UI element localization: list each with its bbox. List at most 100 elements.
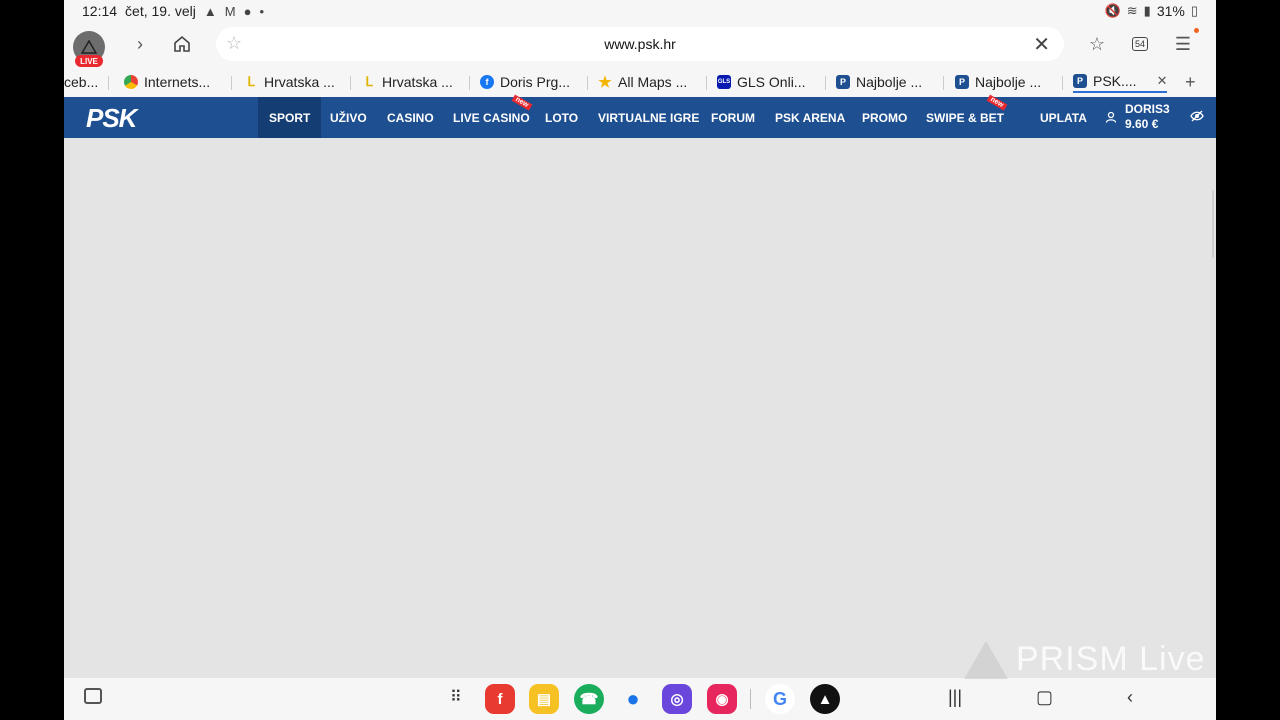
balance: 9.60 € — [1125, 117, 1159, 131]
star-favicon-icon: ★ — [598, 74, 612, 91]
tab-divider — [231, 76, 232, 90]
nav-loto[interactable]: LOTO — [545, 97, 578, 138]
tab-label: All Maps ... — [618, 74, 688, 90]
tab-label: ceb... — [64, 74, 99, 90]
tab-divider — [469, 76, 470, 90]
status-bar: 12:14 čet, 19. velj ▲ M ● • 🔇 ≋ ▮ 31% ▯ — [64, 0, 1216, 22]
battery-percent: 31% — [1156, 3, 1185, 19]
hide-balance-button[interactable] — [1190, 109, 1204, 125]
forward-button[interactable]: › — [128, 32, 152, 56]
user-account[interactable]: DORIS3 9.60 € — [1105, 102, 1170, 132]
chrome-icon — [124, 75, 138, 89]
home-nav-icon[interactable]: ▢ — [1036, 687, 1053, 708]
battery-icon: ▯ — [1190, 3, 1198, 18]
tab[interactable]: GLS GLS Onli... — [717, 71, 805, 93]
tab-label: PSK.... — [1093, 73, 1137, 89]
chevron-right-icon: › — [137, 33, 143, 54]
notification-dot — [1194, 28, 1199, 33]
recents-nav-icon[interactable]: ||| — [948, 687, 962, 708]
prism-live-watermark: PRISM Live — [964, 640, 1206, 679]
files-icon[interactable]: ▤ — [529, 684, 559, 714]
psk-favicon-icon: P — [1073, 74, 1087, 88]
url-text[interactable]: www.psk.hr — [216, 36, 1064, 52]
plus-icon: + — [1185, 71, 1196, 92]
tab-label: Najbolje ... — [975, 74, 1042, 90]
tab-label: Internets... — [144, 74, 211, 90]
nav-virtualne-igre[interactable]: VIRTUALNE IGRE — [598, 97, 699, 138]
signal-icon: ▮ — [1143, 3, 1151, 18]
new-tab-button[interactable]: + — [1185, 71, 1196, 93]
scrollbar[interactable] — [1212, 190, 1214, 258]
google-icon[interactable]: G — [765, 684, 795, 714]
camera-icon[interactable]: ◉ — [707, 684, 737, 714]
taskbar: ⠿ f ▤ ☎ ● ◎ ◉ G ▲ ||| ▢ ‹ — [64, 678, 1216, 720]
nav-psk-arena[interactable]: PSK ARENA — [775, 97, 845, 138]
tab[interactable]: f Doris Prg... — [480, 71, 570, 93]
mute-icon: 🔇 — [1104, 3, 1121, 18]
menu-button[interactable]: ☰ — [1171, 32, 1195, 56]
bookmarks-button[interactable]: ☆ — [1085, 32, 1109, 56]
psk-favicon-icon: P — [836, 75, 850, 89]
site-nav: PSK SPORT UŽIVO CASINO LIVE CASINO new L… — [64, 94, 1216, 138]
tab-divider — [943, 76, 944, 90]
dock-divider — [750, 689, 751, 709]
page-content — [64, 138, 1216, 678]
browser-app-icon[interactable]: ◎ — [662, 684, 692, 714]
status-time: 12:14 — [82, 3, 118, 19]
nav-uzivo[interactable]: UŽIVO — [330, 97, 367, 138]
phone-icon[interactable]: ☎ — [574, 684, 604, 714]
address-bar[interactable]: ☆ www.psk.hr ✕ — [216, 27, 1064, 61]
device-screen: 12:14 čet, 19. velj ▲ M ● • 🔇 ≋ ▮ 31% ▯ … — [64, 0, 1216, 720]
tab-label: Doris Prg... — [500, 74, 571, 90]
tab-divider — [825, 76, 826, 90]
home-icon — [174, 35, 190, 52]
nav-uplata[interactable]: UPLATA — [1040, 97, 1087, 138]
tab[interactable]: P Najbolje ... — [955, 71, 1041, 93]
recent-screen-button[interactable] — [84, 688, 102, 704]
tab-label: Hrvatska ... — [264, 74, 335, 90]
wifi-icon: ≋ — [1126, 3, 1138, 18]
prism-triangle-icon — [81, 40, 97, 54]
tab-strip: ceb... Internets... ᒪ Hrvatska ... ᒪ Hrv… — [64, 68, 1216, 96]
tab-label: GLS Onli... — [737, 74, 806, 90]
eye-off-icon — [1190, 110, 1204, 122]
tab-count: 54 — [1131, 37, 1148, 51]
keyhole-notification-icon: ● — [243, 3, 252, 19]
home-button[interactable] — [170, 32, 194, 56]
apps-grid-icon[interactable]: ⠿ — [450, 687, 463, 707]
tab[interactable]: ᒪ Hrvatska ... — [244, 71, 335, 93]
nav-promo[interactable]: PROMO — [862, 97, 907, 138]
psk-logo[interactable]: PSK — [86, 103, 137, 134]
tab[interactable]: Internets... — [124, 71, 210, 93]
tab-divider — [587, 76, 588, 90]
hamburger-menu-icon: ☰ — [1174, 33, 1192, 54]
tab[interactable]: ᒪ Hrvatska ... — [362, 71, 453, 93]
prism-notification-icon: ▲ — [203, 3, 217, 19]
tab-active[interactable]: P PSK.... ✕ — [1073, 71, 1168, 93]
nav-forum[interactable]: FORUM — [711, 97, 755, 138]
user-icon — [1105, 111, 1117, 123]
tab-divider — [1062, 76, 1063, 90]
back-nav-icon[interactable]: ‹ — [1127, 687, 1133, 708]
nav-sport[interactable]: SPORT — [258, 97, 322, 138]
close-tab-icon[interactable]: ✕ — [1157, 73, 1168, 89]
nav-casino[interactable]: CASINO — [387, 97, 434, 138]
clear-url-icon[interactable]: ✕ — [1033, 32, 1050, 57]
more-notifications-icon: • — [259, 3, 265, 19]
tab[interactable]: ★ All Maps ... — [598, 71, 687, 93]
tab-label: Hrvatska ... — [382, 74, 453, 90]
tab-divider — [108, 76, 109, 90]
browser-toolbar: LIVE › ☆ www.psk.hr ✕ ☆ 54 ☰ — [64, 24, 1216, 67]
prism-app-icon[interactable]: ▲ — [810, 684, 840, 714]
tab[interactable]: ceb... — [64, 71, 98, 93]
hrvatska-favicon-icon: ᒪ — [247, 74, 255, 89]
star-add-icon: ☆ — [1088, 33, 1106, 54]
tab[interactable]: P Najbolje ... — [836, 71, 922, 93]
messages-icon[interactable]: ● — [618, 684, 648, 714]
tab-manager-button[interactable]: 54 — [1128, 32, 1152, 56]
flipboard-icon[interactable]: f — [485, 684, 515, 714]
username: DORIS3 — [1125, 102, 1170, 116]
psk-favicon-icon: P — [955, 75, 969, 89]
hrvatska-favicon-icon: ᒪ — [365, 74, 373, 89]
tab-divider — [350, 76, 351, 90]
